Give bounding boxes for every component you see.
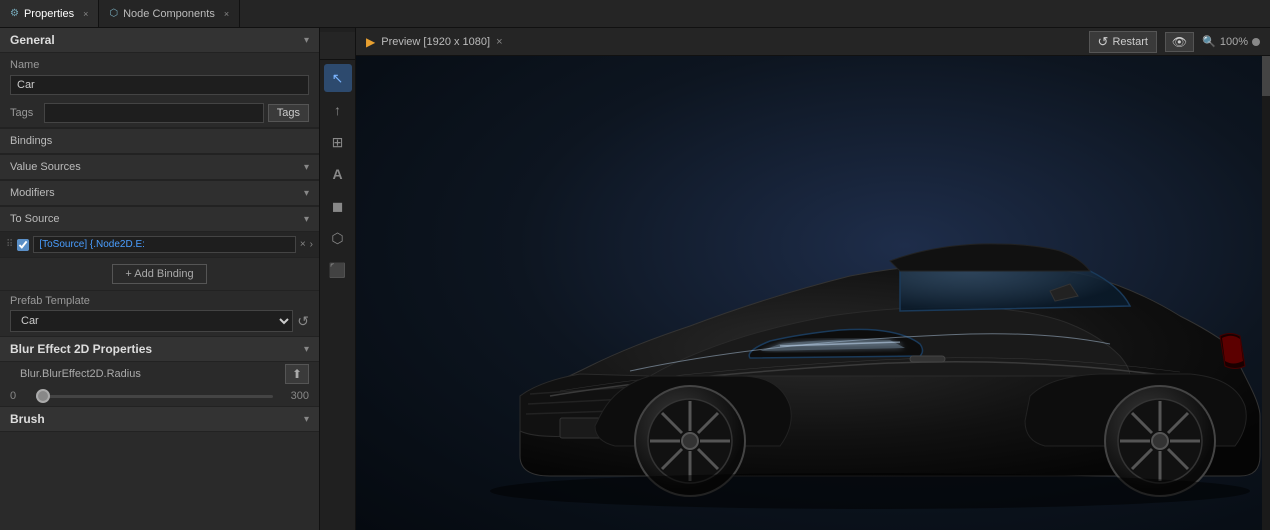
tab-bar: ⚙ Properties × ⬡ Node Components ×: [0, 0, 1270, 28]
blur-upload-btn[interactable]: ⬆: [285, 364, 309, 384]
prefab-reset-btn[interactable]: ↺: [297, 313, 309, 330]
value-sources-arrow: ▾: [304, 162, 309, 173]
prefab-template-row: Prefab Template Car ↺: [0, 291, 319, 336]
left-panel: General ▾ Name Tags Tags Bindings Value …: [0, 28, 320, 530]
text-tool-btn[interactable]: A: [324, 160, 352, 188]
prefab-select-row: Car ↺: [10, 310, 309, 332]
restart-label: Restart: [1112, 36, 1147, 48]
zoom-display: 🔍 100%: [1202, 35, 1260, 48]
brush-section-header[interactable]: Brush ▾: [0, 407, 319, 432]
binding-row: ⠿ [ToSource] {.Node2D.E: × ›: [0, 232, 319, 258]
restart-icon: ↺: [1098, 34, 1109, 50]
preview-label: Preview [1920 x 1080]: [381, 36, 490, 48]
slider-max-label: 300: [279, 390, 309, 402]
slider-min-label: 0: [10, 390, 30, 402]
preview-header: ▶ Preview [1920 x 1080] × ↺ Restart 👁 🔍 …: [356, 28, 1270, 56]
preview-scrollbar[interactable]: [1262, 56, 1270, 530]
tags-button[interactable]: Tags: [268, 104, 309, 122]
preview-close[interactable]: ×: [496, 36, 502, 48]
zoom-label: 100%: [1220, 36, 1248, 48]
name-field-row: Name: [0, 53, 319, 99]
share-tool-btn[interactable]: ⬡: [324, 224, 352, 252]
node-components-icon: ⬡: [109, 8, 118, 19]
tab-properties-close[interactable]: ×: [83, 9, 88, 19]
general-label: General: [10, 33, 55, 47]
car-canvas: [356, 56, 1270, 530]
to-source-label: To Source: [10, 213, 60, 225]
car-image: [470, 76, 1270, 530]
bindings-header[interactable]: Bindings: [0, 128, 319, 154]
tags-label: Tags: [10, 105, 40, 121]
tags-input[interactable]: [44, 103, 264, 123]
slider-row: 0 300: [0, 386, 319, 406]
slider-bg: [36, 395, 273, 398]
blur-upload-row: Blur.BlurEffect2D.Radius ⬆: [0, 362, 319, 386]
blur-section-label: Blur Effect 2D Properties: [10, 342, 152, 356]
name-input[interactable]: [10, 75, 309, 95]
tab-node-components-label: Node Components: [123, 8, 215, 20]
layers-tool-btn[interactable]: ◼: [324, 192, 352, 220]
center-toolbar: ↖ ↑ ⊞ A ◼ ⬡ ⬛: [320, 28, 356, 530]
to-source-arrow: ▾: [304, 214, 309, 225]
preview-controls: ↺ Restart 👁 🔍 100%: [1089, 31, 1260, 53]
tab-node-components[interactable]: ⬡ Node Components ×: [99, 0, 240, 27]
binding-text: [ToSource] {.Node2D.E:: [33, 236, 295, 253]
grid-tool-btn[interactable]: ⊞: [324, 128, 352, 156]
modifiers-label: Modifiers: [10, 187, 55, 199]
zoom-icon: 🔍: [1202, 35, 1216, 48]
value-sources-label: Value Sources: [10, 161, 81, 173]
bindings-label: Bindings: [10, 135, 52, 147]
prefab-select[interactable]: Car: [10, 310, 293, 332]
tab-node-components-close[interactable]: ×: [224, 9, 229, 19]
blur-section-header[interactable]: Blur Effect 2D Properties ▾: [0, 337, 319, 362]
prefab-template-label: Prefab Template: [10, 295, 309, 307]
to-source-header[interactable]: To Source ▾: [0, 206, 319, 232]
general-section-header[interactable]: General ▾: [0, 28, 319, 53]
cursor-tool-btn[interactable]: ↖: [324, 64, 352, 92]
tags-row: Tags Tags: [0, 99, 319, 127]
name-label: Name: [10, 57, 309, 73]
blur-section-arrow: ▾: [304, 344, 309, 355]
binding-close-btn[interactable]: ×: [300, 239, 306, 250]
tab-properties-label: Properties: [24, 8, 74, 20]
brush-arrow: ▾: [304, 414, 309, 425]
slider-thumb[interactable]: [36, 389, 50, 403]
drag-handle[interactable]: ⠿: [6, 239, 13, 250]
blur-prop-label: Blur.BlurEffect2D.Radius: [10, 365, 151, 383]
scrollbar-thumb[interactable]: [1262, 56, 1270, 96]
modifiers-arrow: ▾: [304, 188, 309, 199]
main-layout: General ▾ Name Tags Tags Bindings Value …: [0, 28, 1270, 530]
binding-checkbox[interactable]: [17, 239, 29, 251]
eye-button[interactable]: 👁: [1165, 32, 1194, 52]
tab-properties[interactable]: ⚙ Properties ×: [0, 0, 99, 27]
binding-navigate-btn[interactable]: ›: [310, 239, 313, 250]
preview-title: ▶ Preview [1920 x 1080] ×: [366, 35, 503, 49]
preview-area: ▶ Preview [1920 x 1080] × ↺ Restart 👁 🔍 …: [356, 28, 1270, 530]
pointer-tool-btn[interactable]: ↑: [324, 96, 352, 124]
zoom-indicator: [1252, 38, 1260, 46]
modifiers-header[interactable]: Modifiers ▾: [0, 180, 319, 206]
brush-label: Brush: [10, 412, 45, 426]
general-arrow: ▾: [304, 35, 309, 46]
properties-icon: ⚙: [10, 8, 19, 19]
preview-icon: ▶: [366, 35, 375, 49]
slider-track[interactable]: [36, 389, 273, 403]
toolbar-header: [320, 32, 355, 60]
value-sources-header[interactable]: Value Sources ▾: [0, 154, 319, 180]
add-binding-button[interactable]: + Add Binding: [112, 264, 206, 284]
camera-tool-btn[interactable]: ⬛: [324, 256, 352, 284]
restart-button[interactable]: ↺ Restart: [1089, 31, 1157, 53]
